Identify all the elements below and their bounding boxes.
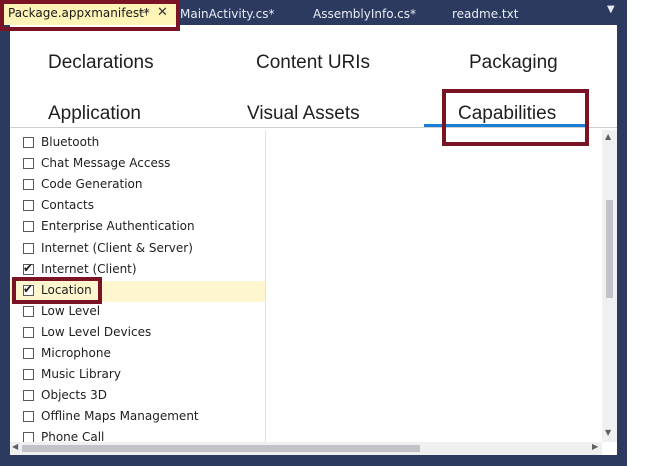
capability-label: Contacts	[41, 198, 94, 213]
capability-row[interactable]: Contacts	[10, 196, 265, 217]
tab-application[interactable]: Application	[48, 103, 141, 125]
horizontal-scroll-thumb[interactable]	[22, 445, 420, 452]
capability-checkbox[interactable]	[23, 242, 34, 254]
capability-label: Location	[41, 282, 92, 297]
capability-row[interactable]: Objects 3D	[10, 386, 265, 407]
capability-checkbox[interactable]	[23, 348, 34, 359]
capability-checkbox[interactable]: ✔	[23, 281, 34, 296]
scroll-left-icon[interactable]: ◀	[12, 442, 18, 451]
capability-checkbox[interactable]	[23, 221, 34, 233]
capability-row[interactable]: Low Level	[10, 302, 265, 323]
capability-label: Code Generation	[41, 177, 143, 192]
capability-label: Internet (Client & Server)	[41, 240, 193, 255]
tab-readme[interactable]: readme.txt	[452, 3, 518, 25]
capability-row[interactable]: Microphone	[10, 344, 265, 365]
tab-package-appxmanifest[interactable]: Package.appxmanifest* ⊣ ✕	[4, 2, 176, 25]
capability-label: Chat Message Access	[41, 156, 171, 171]
capability-checkbox[interactable]	[23, 179, 34, 191]
capability-checkbox[interactable]	[23, 369, 34, 381]
capability-row[interactable]: Internet (Client & Server)	[10, 239, 265, 260]
capability-label: Offline Maps Management	[41, 409, 199, 424]
capability-row[interactable]: Bluetooth	[10, 133, 265, 154]
window-border-left	[0, 25, 10, 455]
capability-row[interactable]: Phone Call	[10, 428, 265, 443]
document-tab-strip: Package.appxmanifest* ⊣ ✕ MainActivity.c…	[0, 0, 627, 25]
tab-label: AssemblyInfo.cs*	[313, 7, 417, 21]
tab-label: Package.appxmanifest*	[8, 6, 150, 20]
capability-label: Bluetooth	[41, 135, 100, 149]
scroll-down-icon[interactable]: ▼	[605, 428, 611, 437]
capability-row[interactable]: Low Level Devices	[10, 323, 265, 344]
tab-mainactivity[interactable]: MainActivity.cs*	[180, 3, 274, 25]
capability-row[interactable]: Enterprise Authentication	[10, 217, 265, 238]
window-border-bottom	[0, 455, 627, 466]
capability-label: Low Level Devices	[41, 324, 152, 339]
vertical-scroll-thumb[interactable]	[606, 200, 613, 298]
capability-checkbox[interactable]	[23, 158, 34, 170]
tab-assemblyinfo[interactable]: AssemblyInfo.cs*	[313, 3, 416, 25]
capability-checkbox[interactable]	[23, 390, 34, 402]
capability-checkbox[interactable]	[23, 200, 34, 212]
capability-row[interactable]: ✔ Internet (Client)	[10, 260, 265, 281]
tab-label: MainActivity.cs*	[180, 7, 275, 21]
capability-checkbox[interactable]: ✔	[23, 260, 34, 275]
capability-label: Music Library	[41, 367, 121, 382]
vertical-scrollbar[interactable]: ▲ ▼	[602, 130, 617, 442]
capability-checkbox[interactable]	[23, 411, 34, 423]
capability-label: Microphone	[41, 346, 111, 360]
capability-checkbox[interactable]	[23, 137, 34, 148]
capability-label: Low Level	[41, 303, 101, 318]
tab-capabilities[interactable]: Capabilities	[458, 103, 556, 125]
checkmark-icon: ✔	[23, 281, 34, 296]
tab-content-uris[interactable]: Content URIs	[256, 52, 370, 74]
capabilities-list: Bluetooth Chat Message Access Code Generat…	[10, 130, 266, 443]
horizontal-scrollbar[interactable]: ◀ ▶	[10, 442, 602, 455]
tab-visual-assets[interactable]: Visual Assets	[247, 103, 360, 125]
close-icon[interactable]: ✕	[157, 2, 168, 24]
capability-row[interactable]: ✔ Location	[10, 280, 265, 302]
pin-icon[interactable]: ⊣	[138, 2, 148, 24]
tab-label: readme.txt	[452, 7, 519, 21]
scroll-right-icon[interactable]: ▶	[592, 442, 598, 451]
nav-divider	[10, 127, 617, 128]
capability-label: Enterprise Authentication	[41, 219, 195, 234]
capability-checkbox[interactable]	[23, 326, 34, 338]
capability-row[interactable]: Chat Message Access	[10, 154, 265, 175]
capability-label: Objects 3D	[41, 388, 108, 403]
window-border-right	[617, 25, 627, 455]
scroll-up-icon[interactable]: ▲	[605, 132, 611, 141]
capability-label: Internet (Client)	[41, 261, 137, 276]
chevron-down-icon[interactable]: ▼	[607, 4, 615, 15]
tab-packaging[interactable]: Packaging	[469, 52, 558, 74]
checkmark-icon: ✔	[23, 260, 34, 275]
capability-row[interactable]: Music Library	[10, 365, 265, 386]
tab-declarations[interactable]: Declarations	[48, 52, 154, 74]
capability-checkbox[interactable]	[23, 305, 34, 317]
capability-row[interactable]: Code Generation	[10, 175, 265, 196]
capability-row[interactable]: Offline Maps Management	[10, 407, 265, 428]
manifest-editor-window: Package.appxmanifest* ⊣ ✕ MainActivity.c…	[0, 0, 627, 466]
